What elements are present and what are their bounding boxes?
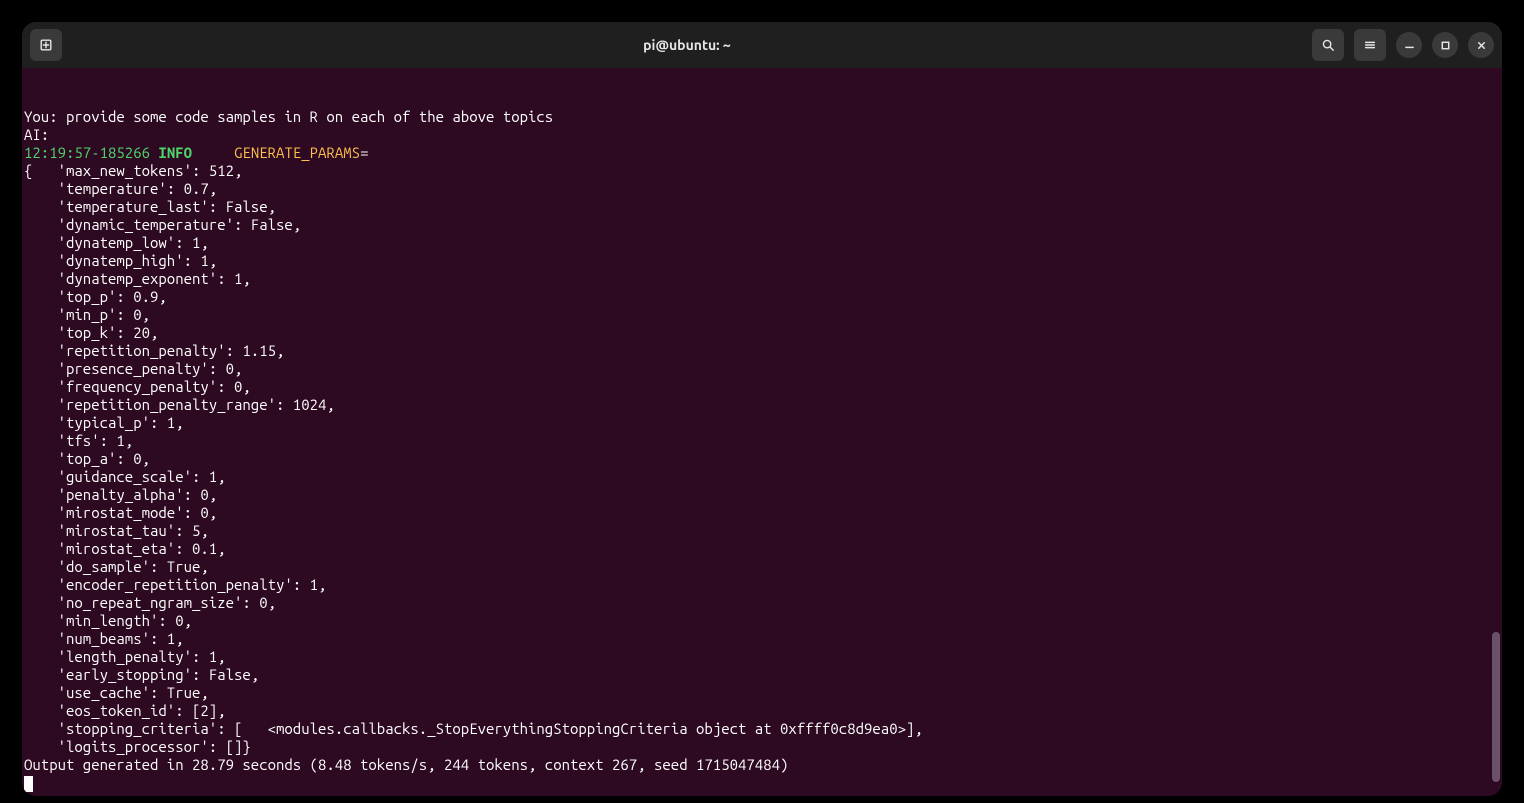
terminal-line: 'tfs': 1, bbox=[24, 432, 1500, 450]
terminal-line: 'eos_token_id': [2], bbox=[24, 702, 1500, 720]
window-title: pi@ubuntu: ~ bbox=[62, 37, 1312, 53]
terminal-window: pi@ubuntu: ~ You: provide some code samp… bbox=[22, 22, 1502, 796]
terminal-line: You: provide some code samples in R on e… bbox=[24, 108, 1500, 126]
terminal-line: 'logits_processor': []} bbox=[24, 738, 1500, 756]
terminal-line: 'use_cache': True, bbox=[24, 684, 1500, 702]
minimize-button[interactable] bbox=[1396, 32, 1422, 58]
terminal-line: 'top_a': 0, bbox=[24, 450, 1500, 468]
search-button[interactable] bbox=[1312, 29, 1344, 61]
terminal-line: 'no_repeat_ngram_size': 0, bbox=[24, 594, 1500, 612]
terminal-line: { 'max_new_tokens': 512, bbox=[24, 162, 1500, 180]
terminal-line: 'top_k': 20, bbox=[24, 324, 1500, 342]
terminal-line: 'temperature': 0.7, bbox=[24, 180, 1500, 198]
terminal-line: 'stopping_criteria': [ <modules.callback… bbox=[24, 720, 1500, 738]
scrollbar-thumb[interactable] bbox=[1492, 632, 1500, 782]
terminal-line: 'mirostat_tau': 5, bbox=[24, 522, 1500, 540]
terminal-line: AI: bbox=[24, 126, 1500, 144]
close-button[interactable] bbox=[1468, 32, 1494, 58]
terminal-line: 'do_sample': True, bbox=[24, 558, 1500, 576]
terminal-line: 'min_length': 0, bbox=[24, 612, 1500, 630]
terminal-line: 12:19:57-185266 INFO GENERATE_PARAMS= bbox=[24, 144, 1500, 162]
terminal-line: 'min_p': 0, bbox=[24, 306, 1500, 324]
terminal-line: 'dynatemp_exponent': 1, bbox=[24, 270, 1500, 288]
terminal-line: 'num_beams': 1, bbox=[24, 630, 1500, 648]
terminal-line: 'top_p': 0.9, bbox=[24, 288, 1500, 306]
new-tab-button[interactable] bbox=[30, 29, 62, 61]
terminal-line: 'mirostat_mode': 0, bbox=[24, 504, 1500, 522]
terminal-line: 'frequency_penalty': 0, bbox=[24, 378, 1500, 396]
terminal-line: 'temperature_last': False, bbox=[24, 198, 1500, 216]
terminal-line: 'dynatemp_low': 1, bbox=[24, 234, 1500, 252]
terminal-line: 'penalty_alpha': 0, bbox=[24, 486, 1500, 504]
terminal-line: 'presence_penalty': 0, bbox=[24, 360, 1500, 378]
terminal-line: 'repetition_penalty_range': 1024, bbox=[24, 396, 1500, 414]
terminal-body[interactable]: You: provide some code samples in R on e… bbox=[22, 68, 1502, 796]
terminal-line: 'dynatemp_high': 1, bbox=[24, 252, 1500, 270]
terminal-line: 'typical_p': 1, bbox=[24, 414, 1500, 432]
terminal-line: 'length_penalty': 1, bbox=[24, 648, 1500, 666]
terminal-line: Output generated in 28.79 seconds (8.48 … bbox=[24, 756, 1500, 774]
cursor bbox=[24, 776, 33, 792]
terminal-line: 'mirostat_eta': 0.1, bbox=[24, 540, 1500, 558]
terminal-line: 'repetition_penalty': 1.15, bbox=[24, 342, 1500, 360]
titlebar: pi@ubuntu: ~ bbox=[22, 22, 1502, 68]
terminal-line: 'early_stopping': False, bbox=[24, 666, 1500, 684]
terminal-line: 'guidance_scale': 1, bbox=[24, 468, 1500, 486]
terminal-line: 'encoder_repetition_penalty': 1, bbox=[24, 576, 1500, 594]
terminal-line: 'dynamic_temperature': False, bbox=[24, 216, 1500, 234]
maximize-button[interactable] bbox=[1432, 32, 1458, 58]
terminal-cursor-line bbox=[24, 774, 1500, 792]
menu-button[interactable] bbox=[1354, 29, 1386, 61]
